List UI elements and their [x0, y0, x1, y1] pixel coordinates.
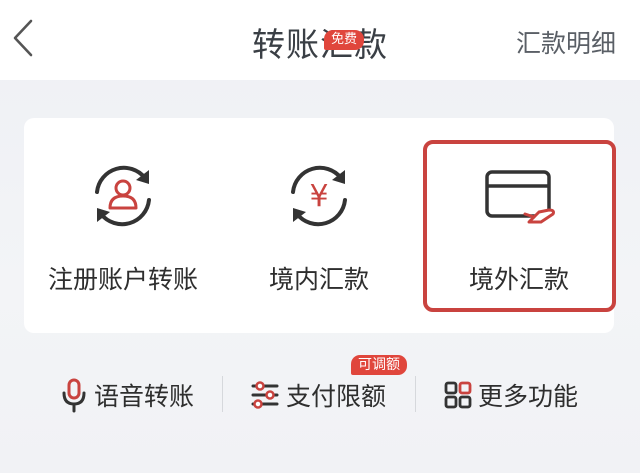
divider	[222, 376, 223, 412]
shortcut-label: 更多功能	[478, 382, 579, 411]
adjustable-badge: 可调额	[351, 355, 407, 375]
more-functions-button[interactable]: 更多功能	[444, 374, 578, 416]
svg-text:¥: ¥	[309, 179, 328, 214]
app-header: 转账汇款 汇款明细	[0, 0, 640, 80]
tile-label: 注册账户转账	[47, 265, 198, 294]
shortcut-label: 支付限额	[286, 382, 387, 411]
tile-registered-account-transfer[interactable]: 注册账户转账	[34, 118, 212, 333]
tile-domestic-remittance[interactable]: ¥ 境内汇款	[224, 118, 414, 333]
shortcut-label: 语音转账	[94, 382, 195, 411]
remittance-details-link[interactable]: 汇款明细	[516, 24, 616, 60]
payment-limit-button[interactable]: 支付限额	[250, 374, 386, 416]
person-refresh-icon	[95, 165, 151, 227]
shortcut-bar: 语音转账 支付限额 更多功能	[0, 360, 640, 430]
selection-highlight	[423, 140, 616, 312]
voice-transfer-button[interactable]: 语音转账	[60, 374, 194, 416]
free-badge: 免费	[324, 30, 365, 50]
divider	[415, 376, 416, 412]
yuan-refresh-icon: ¥	[291, 165, 347, 227]
microphone-icon	[62, 378, 86, 413]
tile-label: 境内汇款	[268, 265, 369, 294]
grid-icon	[444, 381, 472, 409]
sliders-icon	[251, 381, 279, 409]
transfer-options-card: 注册账户转账 ¥ 境内汇款 境外汇款	[24, 118, 616, 333]
